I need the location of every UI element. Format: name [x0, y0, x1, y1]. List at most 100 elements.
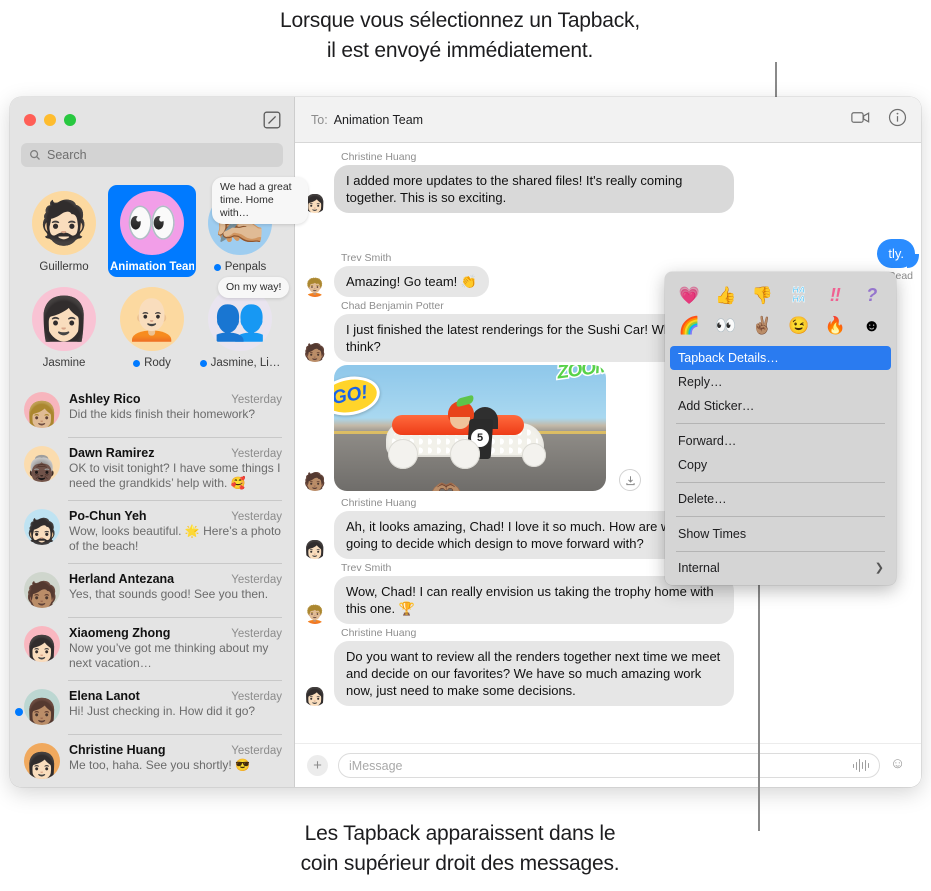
menu-item-tapback-details[interactable]: Tapback Details…: [670, 346, 891, 370]
avatar: 🧑🏽: [303, 472, 327, 491]
emoji-smiley-icon[interactable]: ☺: [890, 756, 909, 775]
conversation-name: Ashley Rico: [69, 392, 141, 406]
window-traffic-lights[interactable]: [24, 114, 76, 126]
callout-bottom-line1: Les Tapback apparaissent dans le: [304, 822, 616, 845]
tapback-fire[interactable]: 🔥: [817, 312, 854, 338]
conversation-preview: Did the kids finish their homework?: [69, 407, 256, 421]
menu-item-label: Copy: [678, 457, 708, 472]
pinned-conversation-label: Penpals: [213, 261, 266, 273]
conversation-list-item[interactable]: 👩🏼 Ashley Rico Yesterday Did the kids finis…: [10, 383, 294, 437]
menu-separator: [676, 516, 885, 517]
sticker-heart-hands[interactable]: 🫶🏽: [430, 478, 462, 491]
imessage-placeholder: iMessage: [349, 758, 403, 773]
thread-spacer: [303, 216, 899, 252]
tapback-heart[interactable]: 💗: [671, 282, 708, 308]
photo-attachment[interactable]: 5 GO! ZOOM 🫶🏽: [334, 365, 606, 491]
conversation-list-item[interactable]: 🧑🏽 Herland Antezana Yesterday Yes, that sou…: [10, 563, 294, 617]
message-sender: Christine Huang: [341, 151, 417, 163]
conversation-list-item[interactable]: 👩🏽 Elena Lanot Yesterday Hi! Just checking …: [10, 680, 294, 734]
pinned-conversation-label: Jasmine, Li…: [199, 357, 280, 369]
conversation-preview: Hi! Just checking in. How did it go?: [69, 704, 256, 718]
tapback-peace-sign[interactable]: ✌🏽: [744, 312, 781, 338]
conversation-preview: Now you’ve got me thinking about my next…: [69, 641, 269, 670]
pinned-conversation-label: Rody: [133, 357, 171, 369]
menu-item-add-sticker[interactable]: Add Sticker…: [665, 394, 896, 418]
conversation-time: Yesterday: [231, 511, 282, 523]
minimize-button[interactable]: [44, 114, 56, 126]
menu-item-reply[interactable]: Reply…: [665, 370, 896, 394]
conversation-name: Xiaomeng Zhong: [69, 626, 171, 640]
tapback-thumbs-down[interactable]: 👎: [744, 282, 781, 308]
tapback-wink-face[interactable]: 😉: [781, 312, 818, 338]
search-input[interactable]: Search: [21, 143, 283, 167]
tapback-haha[interactable]: HA HA: [781, 282, 818, 308]
conversation-body: Ashley Rico Yesterday Did the kids finish …: [69, 392, 282, 422]
conversation-body: Herland Antezana Yesterday Yes, that sound…: [69, 572, 282, 602]
message-context-menu[interactable]: 💗 👍 👎 HA HA ‼? 🌈 👀 ✌🏽 😉 🔥 ☻ Tapback Details… Reply……: [665, 272, 896, 585]
pinned-conversation-penpals[interactable]: We had a great time. Home with…✍🏼Penpals: [196, 177, 308, 277]
tapback-picker: 💗 👍 👎 HA HA ‼? 🌈 👀 ✌🏽 😉 🔥 ☻: [665, 278, 896, 346]
menu-item-show-times[interactable]: Show Times: [665, 522, 896, 546]
conversation-headline: Dawn Ramirez Yesterday: [69, 446, 282, 460]
zoom-button[interactable]: [64, 114, 76, 126]
tapback-eyes[interactable]: 👀: [708, 312, 745, 338]
header-actions: [851, 108, 907, 132]
callout-top-line2: il est envoyé immédiatement.: [326, 39, 594, 62]
message-sender: Christine Huang: [341, 627, 417, 639]
menu-item-delete[interactable]: Delete…: [665, 487, 896, 511]
pinned-conversation-label: Guillermo: [39, 261, 89, 273]
tapback-more-emoji[interactable]: ☻: [854, 312, 891, 338]
conversation-list-item[interactable]: 👩🏻 Christine Huang Yesterday Me too, haha. …: [10, 734, 294, 787]
conversation-headline: Ashley Rico Yesterday: [69, 392, 282, 406]
conversation-list-item[interactable]: 👩🏻 Xiaomeng Zhong Yesterday Now you’ve got …: [10, 617, 294, 680]
conversation-list-item[interactable]: 👵🏿 Dawn Ramirez Yesterday OK to visit tonig…: [10, 437, 294, 500]
message-row: 👩🏻 Christine Huang I added more updates …: [303, 151, 899, 213]
callout-leader-line-bottom: [758, 551, 760, 831]
tapback-rainbow[interactable]: 🌈: [671, 312, 708, 338]
conversation-time: Yesterday: [231, 628, 282, 640]
pinned-conversation-animation-team[interactable]: 👀 Animation Team: [108, 185, 196, 277]
pinned-conversation-jasmine[interactable]: 👩🏻 Jasmine: [20, 281, 108, 373]
conversation-body: Christine Huang Yesterday Me too, haha. Se…: [69, 743, 282, 773]
menu-item-internal[interactable]: Internal ❯: [665, 556, 896, 580]
imessage-input[interactable]: iMessage: [338, 753, 880, 778]
conversation-preview: Wow, looks beautiful. 🌟 Here’s a photo o…: [69, 524, 281, 553]
facetime-video-icon[interactable]: [851, 108, 870, 132]
menu-item-label: Delete…: [678, 492, 727, 506]
tapback-thumbs-up[interactable]: 👍: [708, 282, 745, 308]
message-bubble[interactable]: I added more updates to the shared files…: [334, 165, 734, 213]
search-placeholder: Search: [47, 148, 87, 162]
context-menu-items: Tapback Details… Reply… Add Sticker… Forwar…: [665, 346, 896, 580]
avatar: 🧑🏽: [303, 343, 327, 362]
download-icon[interactable]: [619, 469, 641, 491]
menu-separator: [676, 481, 885, 482]
menu-item-label: Show Times: [678, 526, 747, 541]
outgoing-bubble: tly.: [877, 239, 915, 268]
conversation-list-item[interactable]: 🧔🏻 Po-Chun Yeh Yesterday Wow, looks beautif…: [10, 500, 294, 563]
compose-icon[interactable]: [262, 110, 282, 130]
messages-window: Search 🧔🏻 Guillermo 👀 Animation Team We had …: [10, 97, 921, 787]
tapback-exclamation[interactable]: ‼: [817, 282, 854, 308]
menu-item-forward[interactable]: Forward…: [665, 429, 896, 453]
close-button[interactable]: [24, 114, 36, 126]
message-composer: + iMessage ☺: [295, 743, 921, 787]
menu-separator: [676, 423, 885, 424]
recipient-name[interactable]: Animation Team: [334, 113, 423, 127]
plus-icon[interactable]: +: [307, 755, 328, 776]
pinned-conversation-guillermo[interactable]: 🧔🏻 Guillermo: [20, 185, 108, 277]
avatar: 🧑🏽: [24, 572, 60, 608]
conversation-headline: Po-Chun Yeh Yesterday: [69, 509, 282, 523]
chat-header: To: Animation Team: [295, 97, 921, 143]
menu-item-label: Forward…: [678, 433, 737, 448]
tapback-question[interactable]: ?: [854, 282, 891, 308]
unread-dot: [133, 359, 141, 367]
info-icon[interactable]: [888, 108, 907, 132]
audio-waveform-icon[interactable]: [852, 759, 869, 772]
pinned-conversation-rody[interactable]: 🧑🏻‍🦲 Rody: [108, 281, 196, 373]
message-bubble[interactable]: Amazing! Go team! 👏: [334, 266, 490, 297]
avatar: 👵🏿: [24, 446, 60, 482]
menu-item-copy[interactable]: Copy: [665, 453, 896, 477]
message-bubble[interactable]: Do you want to review all the renders to…: [334, 641, 734, 706]
pinned-conversation-jasmine-li[interactable]: On my way! 👥 Jasmine, Li…: [196, 277, 290, 373]
sticker-zoom[interactable]: ZOOM: [554, 365, 606, 385]
